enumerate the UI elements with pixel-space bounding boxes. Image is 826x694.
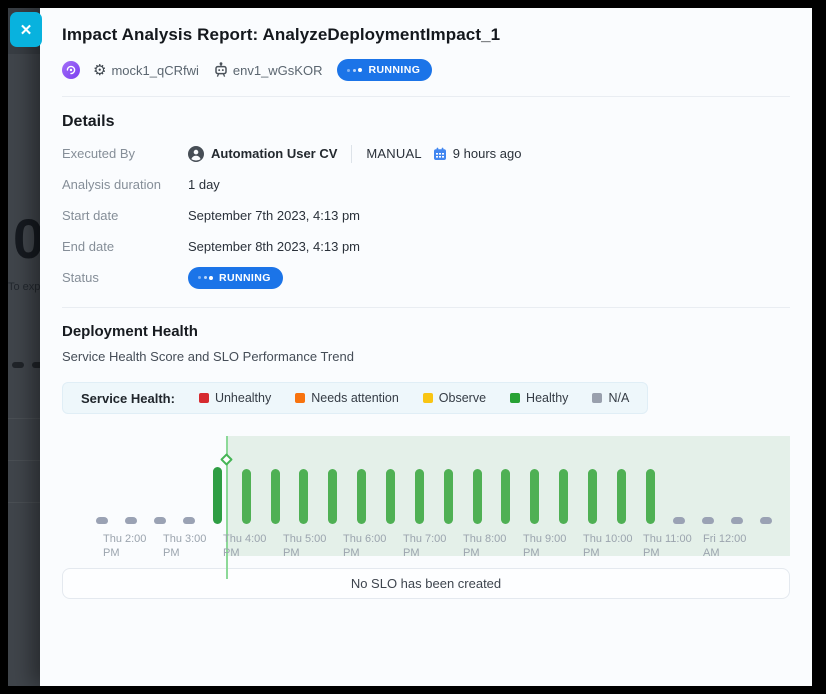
legend-swatch-icon [295,393,305,403]
health-bar-deployment [213,467,222,524]
health-bar-na [154,517,166,524]
close-button[interactable]: ✕ [10,12,42,47]
health-bar-na [183,517,195,524]
legend-label: N/A [608,391,629,405]
legend-item: Unhealthy [199,391,271,405]
section-divider [62,307,790,308]
detail-row-end-date: End date September 8th 2023, 4:13 pm [62,231,790,262]
legend-label: Healthy [526,391,568,405]
loading-dots-icon [198,276,213,280]
legend-label: Observe [439,391,486,405]
trigger-type: MANUAL [366,146,421,161]
x-axis-label: Thu 7:00PM [403,532,446,560]
x-axis-label: Thu 3:00PM [163,532,206,560]
health-bar-na [731,517,743,524]
detail-value: September 7th 2023, 4:13 pm [188,208,360,223]
detail-row-start-date: Start date September 7th 2023, 4:13 pm [62,200,790,231]
running-badge-label: RUNNING [219,272,271,284]
impact-analysis-drawer: Impact Analysis Report: AnalyzeDeploymen… [40,8,812,686]
health-bar-healthy [444,469,453,524]
user-icon [188,146,204,162]
legend-swatch-icon [199,393,209,403]
x-axis-label: Thu 11:00PM [643,532,692,560]
x-axis-label: Thu 10:00PM [583,532,633,560]
health-bar-na [760,517,772,524]
health-bar-healthy [530,469,539,524]
legend-swatch-icon [423,393,433,403]
detail-value: September 8th 2023, 4:13 pm [188,239,360,254]
detail-label: Start date [62,208,188,223]
health-bar-healthy [415,469,424,524]
health-bar-healthy [386,469,395,524]
x-axis-label: Thu 5:00PM [283,532,326,560]
legend-item: N/A [592,391,629,405]
legend-title: Service Health: [81,391,175,406]
health-bar-na [125,517,137,524]
environment-icon [214,62,228,78]
legend-label: Unhealthy [215,391,271,405]
x-axis-label: Thu 9:00PM [523,532,566,560]
health-bar-healthy [242,469,251,524]
x-axis-label: Thu 2:00PM [103,532,146,560]
service-name: mock1_qCRfwi [111,63,198,78]
detail-label: End date [62,239,188,254]
detail-row-status: Status RUNNING [62,262,790,293]
health-bar-healthy [588,469,597,524]
health-bar-na [96,517,108,524]
health-bar-healthy [357,469,366,524]
detail-row-duration: Analysis duration 1 day [62,169,790,200]
calendar-icon [433,147,447,161]
legend-item: Needs attention [295,391,399,405]
deployment-health-heading: Deployment Health [62,323,790,340]
loading-dots-icon [347,68,362,72]
health-bar-healthy [299,469,308,524]
page-title: Impact Analysis Report: AnalyzeDeploymen… [62,8,790,45]
x-axis-label: Fri 12:00AM [703,532,746,560]
x-axis-label: Thu 6:00PM [343,532,386,560]
health-chart[interactable]: Thu 2:00PM Thu 3:00PM Thu 4:00PM Thu 5:00PM… [62,428,790,560]
health-bar-healthy [328,469,337,524]
header-divider [62,96,790,97]
executed-by-user: Automation User CV [211,146,337,161]
service-meta: ⚙ mock1_qCRfwi [93,63,199,78]
details-heading: Details [62,113,790,131]
impact-analysis-icon [62,61,80,79]
environment-meta: env1_wGsKOR [214,62,323,78]
service-health-legend: Service Health: Unhealthy Needs attention… [62,382,648,414]
legend-item: Observe [423,391,486,405]
executed-time: 9 hours ago [453,146,522,161]
health-bar-na [673,517,685,524]
detail-label: Status [62,270,188,285]
modal-backdrop[interactable] [8,8,40,686]
gear-icon: ⚙ [93,63,106,78]
no-slo-message: No SLO has been created [62,568,790,599]
vertical-divider [351,145,352,163]
running-badge: RUNNING [188,267,283,289]
health-bar-healthy [617,469,626,524]
detail-row-executed-by: Executed By Automation User CV MANUAL [62,138,790,169]
detail-value: 1 day [188,177,220,192]
report-meta-row: ⚙ mock1_qCRfwi env1_wGsKOR RUNNING [62,58,790,82]
legend-label: Needs attention [311,391,399,405]
running-badge: RUNNING [337,59,432,81]
health-bar-healthy [271,469,280,524]
x-axis-label: Thu 4:00PM [223,532,266,560]
legend-item: Healthy [510,391,568,405]
legend-swatch-icon [510,393,520,403]
deployment-health-subtitle: Service Health Score and SLO Performance… [62,349,790,364]
health-bar-healthy [646,469,655,524]
health-bar-healthy [501,469,510,524]
detail-label: Analysis duration [62,177,188,192]
health-bar-healthy [559,469,568,524]
detail-label: Executed By [62,146,188,161]
running-badge-label: RUNNING [368,64,420,76]
environment-name: env1_wGsKOR [233,63,323,78]
health-bar-healthy [473,469,482,524]
health-bar-na [702,517,714,524]
legend-swatch-icon [592,393,602,403]
x-axis-label: Thu 8:00PM [463,532,506,560]
